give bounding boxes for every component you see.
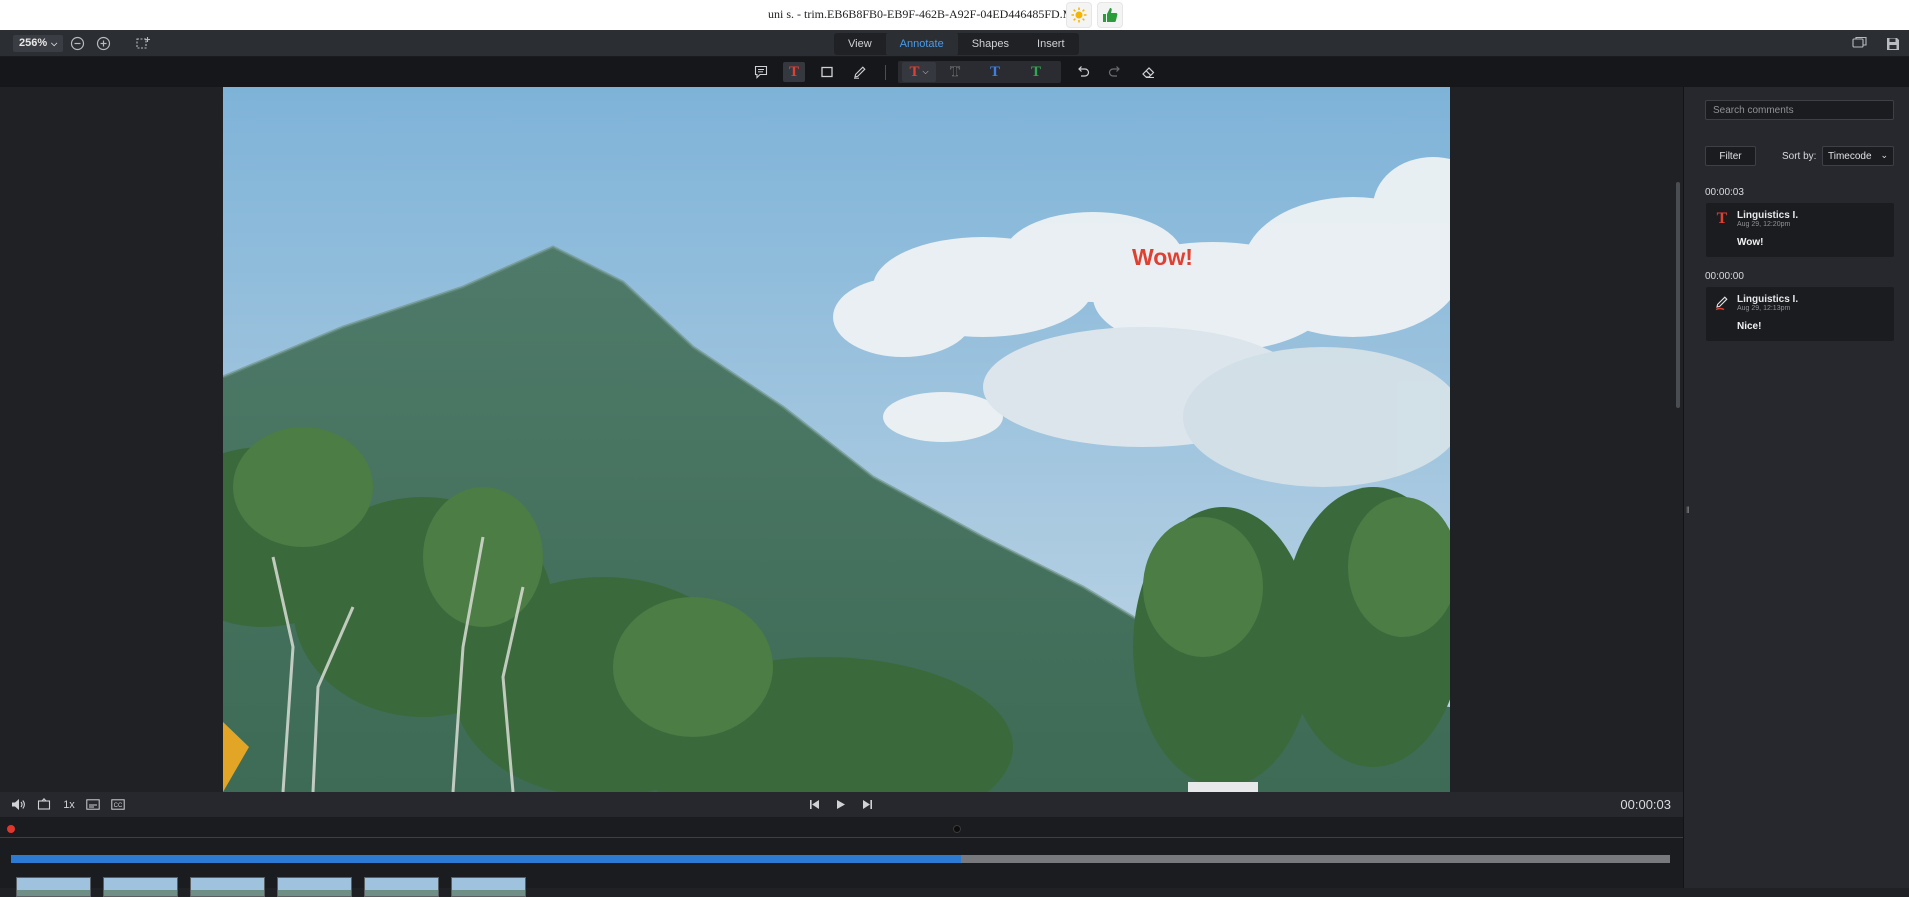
- eraser-icon[interactable]: [1137, 62, 1159, 82]
- pen-icon[interactable]: [849, 62, 871, 82]
- video-scrollbar[interactable]: [1676, 182, 1680, 408]
- pen-icon: [1714, 294, 1730, 312]
- comment-card[interactable]: T Linguistics I. Aug 29, 12:20pm Wow!: [1706, 203, 1894, 257]
- zoom-value: 256%: [19, 37, 48, 49]
- volume-icon[interactable]: [10, 797, 26, 812]
- skip-forward-icon[interactable]: [861, 797, 873, 812]
- redo-icon[interactable]: [1104, 62, 1126, 82]
- zoom-in-icon[interactable]: [95, 35, 112, 52]
- mode-tabs: View Annotate Shapes Insert: [834, 33, 1079, 55]
- playhead-marker[interactable]: [953, 825, 961, 833]
- save-icon[interactable]: [1884, 35, 1901, 52]
- video-stage: Wow!: [0, 87, 1683, 792]
- comment-icon[interactable]: [750, 62, 772, 82]
- filmstrip-frame[interactable]: [190, 877, 265, 897]
- timeline: [0, 817, 1683, 897]
- sort-dropdown[interactable]: Timecode ⌄: [1822, 146, 1894, 166]
- sun-icon[interactable]: [1066, 2, 1092, 28]
- tab-view[interactable]: View: [834, 33, 886, 55]
- title-bar: uni s. - trim.EB6B8FB0-EB9F-462B-A92F-04…: [0, 0, 1909, 30]
- mode-bar: 256% ⌵ View Annotate Shapes Insert: [0, 30, 1909, 57]
- comment-text: Wow!: [1737, 237, 1764, 248]
- crop-select-icon[interactable]: [134, 35, 151, 52]
- text-tool-icon[interactable]: T: [783, 62, 805, 82]
- filmstrip-frame[interactable]: [103, 877, 178, 897]
- comment-text: Nice!: [1737, 321, 1762, 332]
- progress-track[interactable]: [11, 855, 1670, 863]
- sort-value: Timecode: [1828, 150, 1872, 162]
- tab-insert[interactable]: Insert: [1023, 33, 1079, 55]
- comments-panel: ‖ Filter Sort by: Timecode ⌄ 00:00:03 T …: [1676, 87, 1909, 888]
- svg-text:CC: CC: [113, 803, 122, 809]
- timeline-divider: [0, 837, 1683, 838]
- window-title: uni s. - trim.EB6B8FB0-EB9F-462B-A92F-04…: [768, 7, 1091, 21]
- comment-author: Linguistics I.: [1737, 210, 1799, 221]
- skip-back-icon[interactable]: [808, 797, 820, 812]
- closed-captions-icon[interactable]: CC: [110, 797, 125, 812]
- undo-icon[interactable]: [1072, 62, 1094, 82]
- filter-button[interactable]: Filter: [1705, 146, 1756, 166]
- text-color-green-icon[interactable]: T: [1025, 62, 1047, 82]
- filmstrip-frame[interactable]: [277, 877, 352, 897]
- annotate-toolbar: T T ⌵ T T T: [0, 57, 1909, 87]
- tab-shapes[interactable]: Shapes: [958, 33, 1023, 55]
- zoom-dropdown[interactable]: 256% ⌵: [13, 35, 64, 52]
- thumbs-up-icon[interactable]: [1097, 2, 1123, 28]
- loop-icon[interactable]: [36, 797, 52, 812]
- video-frame[interactable]: Wow!: [223, 87, 1450, 792]
- zoom-out-icon[interactable]: [69, 35, 86, 52]
- comment-group-timecode[interactable]: 00:00:03: [1705, 187, 1744, 198]
- text-color-red-icon[interactable]: T ⌵: [902, 62, 936, 82]
- filmstrip-frame[interactable]: [451, 877, 526, 897]
- filmstrip-frame[interactable]: [16, 877, 91, 897]
- rectangle-icon[interactable]: [816, 62, 838, 82]
- comments-toggle-icon[interactable]: [1851, 35, 1868, 52]
- record-marker[interactable]: [7, 825, 15, 833]
- search-comments-input[interactable]: [1705, 100, 1894, 120]
- comment-card[interactable]: Linguistics I. Aug 29, 12:13pm Nice!: [1706, 287, 1894, 341]
- toolbar-divider: [885, 65, 886, 80]
- text-icon: T: [1716, 210, 1728, 227]
- subtitles-icon[interactable]: [85, 797, 100, 812]
- panel-resize-handle[interactable]: ‖: [1686, 505, 1690, 515]
- comment-date: Aug 29, 12:20pm: [1737, 221, 1791, 228]
- filmstrip-frame[interactable]: [364, 877, 439, 897]
- chevron-down-icon: ⌵: [51, 39, 58, 48]
- chevron-down-icon: ⌄: [1880, 150, 1888, 160]
- sort-label: Sort by:: [1782, 151, 1817, 162]
- text-color-blue-icon[interactable]: T: [984, 62, 1006, 82]
- comment-author: Linguistics I.: [1737, 294, 1799, 305]
- text-color-black-icon[interactable]: T: [944, 62, 966, 82]
- progress-fill: [11, 855, 962, 863]
- text-annotation[interactable]: Wow!: [1132, 244, 1193, 271]
- player-controls: 1x CC 00:00:03: [0, 792, 1683, 817]
- play-icon[interactable]: [834, 797, 846, 812]
- current-timecode: 00:00:03: [1620, 797, 1671, 812]
- playback-speed[interactable]: 1x: [62, 797, 76, 812]
- video-image: [223, 87, 1450, 792]
- tab-annotate[interactable]: Annotate: [885, 33, 958, 55]
- comment-group-timecode[interactable]: 00:00:00: [1705, 271, 1744, 282]
- comment-date: Aug 29, 12:13pm: [1737, 305, 1791, 312]
